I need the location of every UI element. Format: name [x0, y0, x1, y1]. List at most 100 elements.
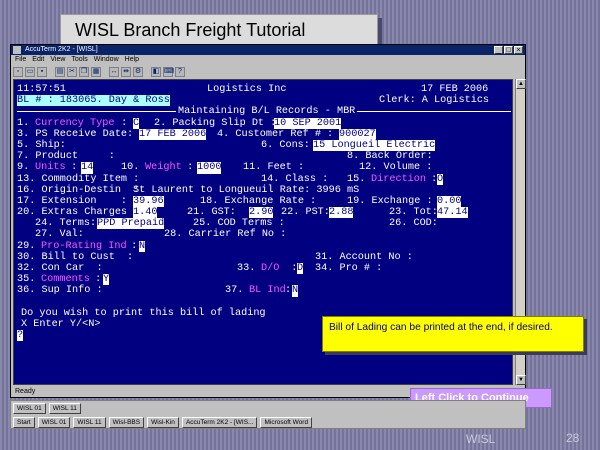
direction-field[interactable]: O — [437, 173, 444, 185]
comments-label: Comments — [41, 274, 90, 286]
task-button[interactable]: Wisl-BBS — [108, 417, 145, 428]
terminal-row-15: 35. Comments : Y — [17, 274, 512, 286]
field-colon: : — [89, 274, 102, 286]
menu-edit[interactable]: Edit — [32, 55, 44, 65]
ps-receive-date-field[interactable]: 17 FEB 2006 — [139, 128, 207, 140]
terminal-blank-row — [17, 297, 512, 308]
customer-ref-field[interactable]: 900027 — [339, 128, 376, 140]
settings-icon[interactable]: ⚙ — [133, 66, 143, 77]
terminal-row-8: 17. Extension : 39.96 18. Exchange Rate … — [17, 195, 512, 208]
menu-window[interactable]: Window — [94, 55, 119, 65]
packing-slip-date-field[interactable]: 10 SEP 2001 — [274, 117, 342, 129]
terminal-row-14: 32. Con Car : 33. D/O : D 34. Pro # : — [17, 263, 512, 275]
terminal-row-1: 1. Currency Type : C 2. Packing Slip Dt … — [17, 117, 512, 129]
units-label: Units — [35, 162, 66, 174]
ship-label: 5. Ship: — [17, 139, 66, 151]
slide-title: WISL Branch Freight Tutorial — [60, 14, 378, 46]
close-button[interactable]: × — [514, 46, 523, 54]
field-colon: : — [181, 162, 194, 174]
bl-ind-field[interactable]: N — [292, 285, 299, 297]
menu-view[interactable]: View — [50, 55, 65, 65]
packing-slip-label: 2. Packing Slip Dt : — [154, 117, 277, 129]
task-button[interactable]: WISL 11 — [73, 417, 106, 428]
gst-field[interactable]: 2.90 — [249, 207, 274, 219]
ps-receive-date-label: 3. PS Receive Date: — [17, 128, 134, 140]
back-order-label: 8. Back Order: — [347, 151, 433, 163]
bl-ind-label: BL Ind — [249, 285, 286, 297]
exchange-label: 19. Exchange : — [347, 195, 433, 207]
open-icon[interactable]: ▭ — [25, 66, 35, 77]
window-titlebar[interactable]: AccuTerm 2K2 - [WISL] _ □ × — [11, 45, 525, 55]
taskbar-row-1: WISL 01 WISL 11 — [11, 402, 81, 415]
task-button[interactable]: WISL 11 — [48, 403, 81, 414]
origin-destin-label: 16. Origin-Destin : — [17, 184, 140, 196]
task-button[interactable]: Wisl-Kin — [147, 417, 179, 428]
field-colon: : — [125, 240, 138, 252]
paste-icon[interactable]: ▦ — [91, 66, 101, 77]
exchange-field[interactable]: 0.00 — [437, 195, 462, 208]
copy-icon[interactable]: ❐ — [79, 66, 89, 77]
terminal-row-9: 20. Extras Charges : 1.40 21. GST: 2.90 … — [17, 207, 512, 219]
weight-field[interactable]: 1000 — [197, 162, 222, 174]
currency-type-field[interactable]: C — [133, 117, 140, 129]
terminal-row-3: 5. Ship: 6. Cons: 15 Longueil Electric — [17, 139, 512, 152]
start-button[interactable]: Start — [13, 417, 35, 428]
units-field[interactable]: 14 — [81, 162, 94, 174]
terminal-section-row: Maintaining B/L Records - MBR — [17, 106, 512, 118]
help-icon[interactable]: ? — [175, 66, 185, 77]
origin-destin-value: St Laurent to Longueuil Rate: 3996 mS — [133, 184, 360, 196]
maximize-button[interactable]: □ — [504, 46, 513, 54]
footer-brand: WISL — [466, 432, 496, 446]
pst-field[interactable]: 2.88 — [329, 207, 354, 219]
field-label: 35. — [17, 274, 42, 286]
minimize-button[interactable]: _ — [494, 46, 503, 54]
scroll-up-icon[interactable]: ▲ — [516, 79, 526, 89]
window-title: AccuTerm 2K2 - [WISL] — [25, 46, 98, 53]
field-label: 37. — [225, 285, 250, 297]
scroll-down-icon[interactable]: ▼ — [516, 375, 526, 385]
menu-file[interactable]: File — [15, 55, 26, 65]
new-icon[interactable]: ▫ — [13, 66, 23, 77]
field-colon: : — [285, 285, 292, 297]
terms-field[interactable]: PPD Prepaid — [97, 218, 165, 230]
pro-number-label: 34. Pro # : — [315, 263, 383, 274]
terminal-row-5: 9. Units : 14 10. Weight : 1000 11. Feet… — [17, 162, 512, 174]
connect-icon[interactable]: ↔ — [109, 66, 119, 77]
enter-prompt: X Enter Y/<N> — [21, 318, 101, 330]
extension-label: 17. Extension : — [17, 195, 128, 207]
capture-icon[interactable]: ◧ — [151, 66, 161, 77]
comments-field[interactable]: Y — [103, 274, 110, 286]
save-icon[interactable]: ▪ — [37, 66, 47, 77]
val-label: 27. Val: — [35, 229, 84, 241]
disconnect-icon[interactable]: ⇹ — [121, 66, 131, 77]
field-label: 33. — [237, 263, 262, 274]
task-button[interactable]: Microsoft Word — [260, 417, 313, 428]
task-button-active[interactable]: AccuTerm 2K2 - [WIS... — [181, 417, 258, 428]
pro-rating-field[interactable]: N — [139, 240, 146, 252]
menu-tools[interactable]: Tools — [71, 55, 87, 65]
terminal-row-16: 36. Sup Info : 37. BL Ind : N — [17, 285, 512, 297]
cut-icon[interactable]: ✂ — [67, 66, 77, 77]
terminal-cursor[interactable]: ? — [17, 330, 24, 342]
keyboard-icon[interactable]: ⌨ — [163, 66, 174, 77]
field-label: 1. — [17, 117, 36, 129]
task-button[interactable]: WISL 01 — [13, 403, 46, 414]
do-field[interactable]: D — [297, 263, 304, 275]
commodity-item-label: 13. Commodity Item : — [17, 173, 140, 185]
con-car-label: 32. Con Car : — [17, 263, 103, 274]
print-icon[interactable]: ▤ — [55, 66, 65, 77]
task-button[interactable]: WISL 01 — [37, 417, 71, 428]
section-title: Maintaining B/L Records - MBR — [176, 106, 358, 118]
extension-field[interactable]: 39.96 — [133, 195, 164, 208]
tot-field[interactable]: 47.14 — [437, 207, 468, 219]
gst-label: 21. GST: — [187, 207, 236, 219]
extras-charges-field[interactable]: 1.40 — [133, 207, 158, 219]
field-label: 29. — [17, 240, 42, 252]
taskbar: WISL 01 WISL 11 Start WISL 01 WISL 11 Wi… — [10, 400, 526, 429]
toolbar-separator — [145, 67, 149, 77]
cons-field[interactable]: 15 Longueil Electric — [313, 139, 436, 152]
menu-help[interactable]: Help — [125, 55, 139, 65]
field-colon: : — [425, 173, 438, 185]
product-label: 7. Product : — [17, 151, 115, 163]
currency-type-label: Currency Type — [35, 117, 115, 129]
